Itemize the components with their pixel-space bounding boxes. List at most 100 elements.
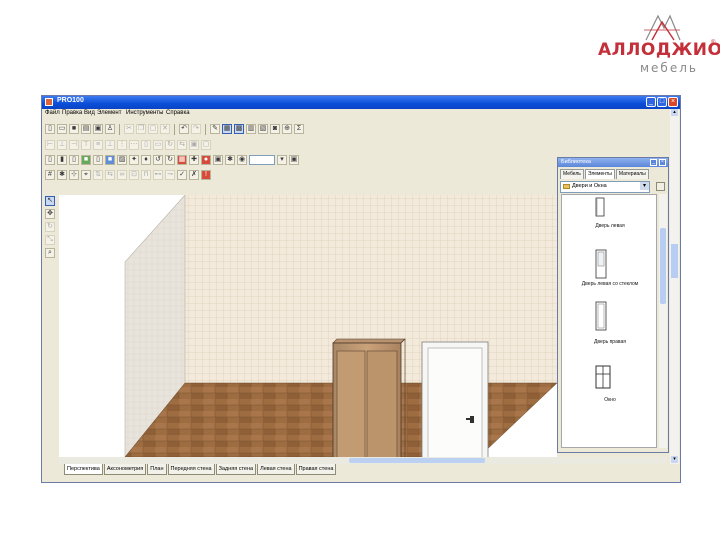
warning-icon[interactable]: ! bbox=[201, 170, 211, 180]
settings-icon[interactable]: ✱ bbox=[225, 155, 235, 165]
flip-h-icon[interactable]: ⇆ bbox=[105, 170, 115, 180]
print-icon[interactable]: ▤ bbox=[81, 124, 91, 134]
rotate-left-icon[interactable]: ↺ bbox=[153, 155, 163, 165]
brick-icon[interactable]: ▦ bbox=[177, 155, 187, 165]
distribute-2-icon[interactable]: ⋯ bbox=[129, 140, 139, 150]
maximize-button[interactable]: □ bbox=[657, 97, 667, 107]
cross-icon[interactable]: ✗ bbox=[189, 170, 199, 180]
vertical-scroll-thumb[interactable] bbox=[671, 244, 678, 278]
record-icon[interactable]: ● bbox=[201, 155, 211, 165]
size-icon[interactable]: ▯ bbox=[141, 140, 151, 150]
link-icon[interactable]: ∞ bbox=[117, 170, 127, 180]
horizontal-scrollbar[interactable] bbox=[59, 457, 667, 464]
cabinet-icon[interactable]: ▯ bbox=[45, 155, 55, 165]
measure-icon[interactable]: ⊹ bbox=[69, 170, 79, 180]
folder-up-icon[interactable] bbox=[656, 182, 665, 191]
align-bottom-icon[interactable]: ⊥ bbox=[105, 140, 115, 150]
minimize-button[interactable]: _ bbox=[646, 97, 656, 107]
copy-icon[interactable]: ❐ bbox=[136, 124, 146, 134]
scroll-down-icon[interactable]: ▾ bbox=[671, 456, 678, 463]
chevron-down-icon[interactable]: ▾ bbox=[640, 182, 649, 190]
menu-edit[interactable]: Правка bbox=[62, 110, 82, 116]
scroll-up-icon[interactable]: ▴ bbox=[671, 109, 678, 116]
grid-icon[interactable]: # bbox=[45, 170, 55, 180]
redo-icon[interactable]: ↷ bbox=[191, 124, 201, 134]
anchor-icon[interactable]: ⊓ bbox=[141, 170, 151, 180]
library-tab-materials[interactable]: Материалы bbox=[615, 169, 649, 179]
group-icon[interactable]: ▣ bbox=[189, 140, 199, 150]
select-arrow-icon[interactable]: ↖ bbox=[45, 196, 55, 206]
tab-front-wall[interactable]: Передняя стена bbox=[167, 464, 215, 475]
pin-icon[interactable]: ✚ bbox=[189, 155, 199, 165]
align-middle-icon[interactable]: ≡ bbox=[93, 140, 103, 150]
align-top-icon[interactable]: ⊤ bbox=[81, 140, 91, 150]
render-icon[interactable]: ▧ bbox=[258, 124, 268, 134]
delete-icon[interactable]: ✕ bbox=[160, 124, 170, 134]
undo-icon[interactable]: ↶ bbox=[179, 124, 189, 134]
distance-icon[interactable]: ⊷ bbox=[153, 170, 163, 180]
flip-v-icon[interactable]: ⇅ bbox=[93, 170, 103, 180]
color-icon[interactable]: ■ bbox=[81, 155, 91, 165]
snap-icon[interactable]: ✱ bbox=[57, 170, 67, 180]
door-icon[interactable]: ▯ bbox=[93, 155, 103, 165]
align-right-icon[interactable]: ⊣ bbox=[69, 140, 79, 150]
edit-icon[interactable]: ✎ bbox=[210, 124, 220, 134]
rotate-right-icon[interactable]: ↻ bbox=[165, 155, 175, 165]
view-mode-icon[interactable]: ▦ bbox=[222, 124, 232, 134]
tab-back-wall[interactable]: Задняя стена bbox=[215, 464, 257, 475]
align-center-icon[interactable]: ⊥ bbox=[57, 140, 67, 150]
tab-axonometry[interactable]: Аксонометрия bbox=[103, 464, 147, 475]
library-folder-select[interactable]: Двери и Окна ▾ bbox=[560, 181, 650, 193]
rotate-icon[interactable]: ↻ bbox=[165, 140, 175, 150]
zoom-icon[interactable]: ⊕ bbox=[282, 124, 292, 134]
magnifier-icon[interactable]: ⌕ bbox=[45, 248, 55, 258]
tab-right-wall[interactable]: Правая стена bbox=[295, 464, 337, 475]
view-toggle-icon[interactable]: ▣ bbox=[289, 155, 299, 165]
save-icon[interactable]: ■ bbox=[69, 124, 79, 134]
combo-dropdown-icon[interactable]: ▾ bbox=[277, 155, 287, 165]
material-icon[interactable]: ■ bbox=[105, 155, 115, 165]
library-scroll-thumb[interactable] bbox=[660, 228, 666, 304]
eye-icon[interactable]: ◉ bbox=[237, 155, 247, 165]
menu-element[interactable]: Элемент bbox=[97, 110, 121, 116]
light-icon[interactable]: ✦ bbox=[129, 155, 139, 165]
size-2-icon[interactable]: ▭ bbox=[153, 140, 163, 150]
open-folder-icon[interactable]: ▭ bbox=[57, 124, 67, 134]
apply-icon[interactable]: ✓ bbox=[177, 170, 187, 180]
menu-view[interactable]: Вид bbox=[84, 110, 95, 116]
preview-icon[interactable]: ▣ bbox=[93, 124, 103, 134]
title-bar[interactable]: PRO100 _ □ × bbox=[42, 96, 680, 109]
camera-icon[interactable]: ◙ bbox=[270, 124, 280, 134]
viewport-3d[interactable] bbox=[59, 195, 557, 457]
library-tab-furniture[interactable]: Мебель bbox=[560, 169, 584, 179]
texture-icon[interactable]: ▨ bbox=[117, 155, 127, 165]
person-icon[interactable]: ♙ bbox=[105, 124, 115, 134]
bulb-icon[interactable]: ♦ bbox=[141, 155, 151, 165]
scale-tool-icon[interactable]: ⤡ bbox=[45, 235, 55, 245]
align-left-icon[interactable]: ⊢ bbox=[45, 140, 55, 150]
box-icon[interactable]: ▣ bbox=[213, 155, 223, 165]
library-close-button[interactable]: × bbox=[659, 159, 666, 166]
distribute-icon[interactable]: ⋮ bbox=[117, 140, 127, 150]
ungroup-icon[interactable]: ▢ bbox=[201, 140, 211, 150]
zoom-combo[interactable] bbox=[249, 155, 275, 165]
new-file-icon[interactable]: ▯ bbox=[45, 124, 55, 134]
library-tab-elements[interactable]: Элементы bbox=[584, 169, 615, 179]
menu-file[interactable]: Файл bbox=[45, 110, 60, 116]
lock-icon[interactable]: ⊡ bbox=[129, 170, 139, 180]
library-icon[interactable]: ▥ bbox=[246, 124, 256, 134]
library-min-button[interactable]: _ bbox=[650, 159, 657, 166]
dimension-icon[interactable]: ⌖ bbox=[81, 170, 91, 180]
horizontal-scroll-thumb[interactable] bbox=[349, 458, 485, 463]
rotate-tool-icon[interactable]: ↻ bbox=[45, 222, 55, 232]
menu-tools[interactable]: Инструменты bbox=[126, 110, 163, 116]
library-title-bar[interactable]: Библиотека _ × bbox=[558, 158, 668, 167]
mirror-icon[interactable]: ⇆ bbox=[177, 140, 187, 150]
main-vertical-scrollbar[interactable]: ▴ ▾ bbox=[670, 109, 679, 464]
tab-perspective[interactable]: Перспектива bbox=[64, 464, 103, 475]
panel-icon[interactable]: ▯ bbox=[69, 155, 79, 165]
close-button[interactable]: × bbox=[668, 97, 678, 107]
tab-plan[interactable]: План bbox=[147, 464, 167, 475]
view-mode-2-icon[interactable]: ▩ bbox=[234, 124, 244, 134]
cut-icon[interactable]: ✂ bbox=[124, 124, 134, 134]
